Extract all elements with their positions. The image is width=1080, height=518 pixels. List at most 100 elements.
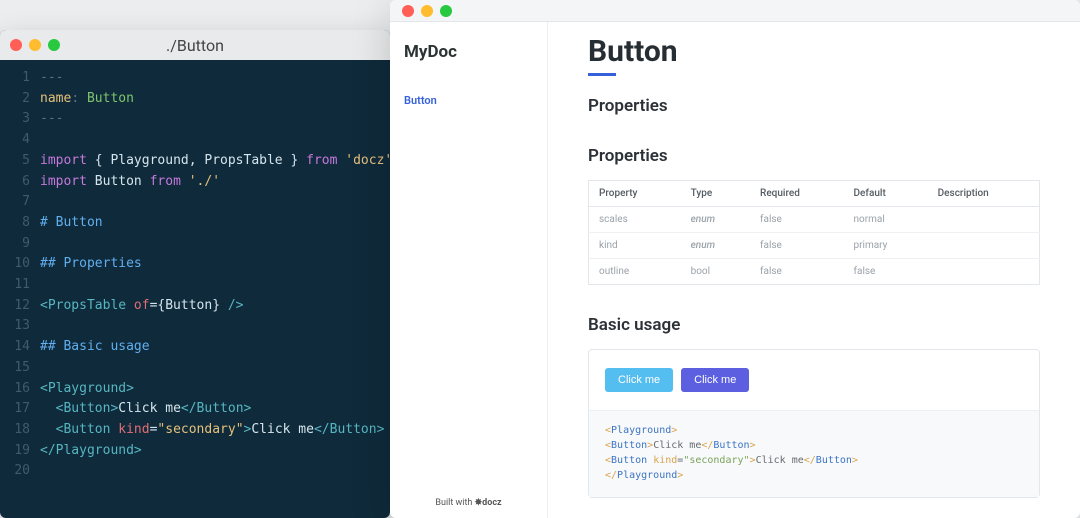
minimize-icon[interactable]: [421, 5, 433, 17]
props-table: PropertyTypeRequiredDefaultDescription s…: [588, 180, 1040, 285]
table-row: kindenumfalseprimary: [589, 233, 1040, 259]
line-number: 11: [0, 275, 30, 296]
playground-preview: Click me Click me: [589, 350, 1039, 410]
code-line[interactable]: [40, 234, 390, 255]
table-cell: kind: [589, 233, 681, 259]
line-number: 19: [0, 441, 30, 462]
code-line[interactable]: [40, 130, 390, 151]
code-line: </Playground>: [605, 468, 1023, 483]
code-line: <Button>Click me</Button>: [605, 438, 1023, 453]
code-line[interactable]: ---: [40, 68, 390, 89]
line-number: 12: [0, 296, 30, 317]
table-cell: outline: [589, 259, 681, 285]
line-number: 7: [0, 192, 30, 213]
line-number-gutter: 1234567891011121314151617181920: [0, 68, 40, 518]
table-cell: false: [750, 259, 844, 285]
line-number: 9: [0, 234, 30, 255]
code-line[interactable]: import { Playground, PropsTable } from '…: [40, 151, 390, 172]
line-number: 4: [0, 130, 30, 151]
line-number: 6: [0, 172, 30, 193]
code-line[interactable]: </Playground>: [40, 441, 390, 462]
sidebar-item-button[interactable]: Button: [390, 92, 547, 109]
code-line: <Button kind="secondary">Click me</Butto…: [605, 453, 1023, 468]
line-number: 5: [0, 151, 30, 172]
browser-traffic-lights: [402, 5, 452, 17]
code-line[interactable]: <Button>Click me</Button>: [40, 399, 390, 420]
table-cell: bool: [681, 259, 750, 285]
code-line[interactable]: <Button kind="secondary">Click me</Butto…: [40, 420, 390, 441]
props-table-body: scalesenumfalsenormalkindenumfalseprimar…: [589, 207, 1040, 285]
table-cell: enum: [681, 233, 750, 259]
table-cell: false: [750, 233, 844, 259]
section-properties: Properties: [588, 146, 1040, 166]
table-row: outlineboolfalsefalse: [589, 259, 1040, 285]
built-with-prefix: Built with: [435, 498, 474, 508]
code-line[interactable]: [40, 461, 390, 482]
code-line[interactable]: [40, 358, 390, 379]
props-table-head: PropertyTypeRequiredDefaultDescription: [589, 181, 1040, 207]
line-number: 8: [0, 213, 30, 234]
sidebar: MyDoc Button Built with ✸docz: [390, 22, 548, 518]
demo-button-primary[interactable]: Click me: [605, 368, 673, 392]
code-line[interactable]: [40, 192, 390, 213]
line-number: 2: [0, 89, 30, 110]
table-row: scalesenumfalsenormal: [589, 207, 1040, 233]
built-with-name: ✸docz: [475, 498, 502, 508]
code-line[interactable]: # Button: [40, 213, 390, 234]
code-line[interactable]: <Playground>: [40, 379, 390, 400]
built-with: Built with ✸docz: [390, 490, 547, 518]
props-header: Required: [750, 181, 844, 207]
title-underline: [588, 73, 616, 76]
props-header: Type: [681, 181, 750, 207]
demo-button-secondary[interactable]: Click me: [681, 368, 749, 392]
close-icon[interactable]: [402, 5, 414, 17]
line-number: 16: [0, 379, 30, 400]
line-number: 1: [0, 68, 30, 89]
code-line[interactable]: <PropsTable of={Button} />: [40, 296, 390, 317]
table-cell: scales: [589, 207, 681, 233]
page-title: Button: [588, 34, 1040, 69]
code-line[interactable]: [40, 316, 390, 337]
section-properties-top: Properties: [588, 96, 1040, 116]
section-basic-usage: Basic usage: [588, 315, 1040, 335]
table-cell: [928, 207, 1040, 233]
code-line: <Playground>: [605, 423, 1023, 438]
props-header: Description: [928, 181, 1040, 207]
table-cell: [928, 259, 1040, 285]
line-number: 10: [0, 254, 30, 275]
table-cell: normal: [844, 207, 928, 233]
sidebar-nav: Button: [390, 92, 547, 109]
table-cell: primary: [844, 233, 928, 259]
line-number: 18: [0, 420, 30, 441]
editor-titlebar: ./Button: [0, 30, 390, 60]
zoom-icon[interactable]: [440, 5, 452, 17]
table-cell: [928, 233, 1040, 259]
browser-window: MyDoc Button Built with ✸docz Button Pro…: [390, 0, 1080, 518]
line-number: 13: [0, 316, 30, 337]
code-line[interactable]: ## Properties: [40, 254, 390, 275]
editor-body: 1234567891011121314151617181920 ---name:…: [0, 60, 390, 518]
browser-body: MyDoc Button Built with ✸docz Button Pro…: [390, 22, 1080, 518]
browser-titlebar: [390, 0, 1080, 22]
code-area[interactable]: ---name: Button--- import { Playground, …: [40, 68, 390, 518]
props-header: Property: [589, 181, 681, 207]
table-cell: false: [750, 207, 844, 233]
table-cell: enum: [681, 207, 750, 233]
line-number: 15: [0, 358, 30, 379]
editor-title: ./Button: [0, 36, 390, 55]
line-number: 3: [0, 109, 30, 130]
playground: Click me Click me <Playground> <Button>Cl…: [588, 349, 1040, 498]
table-cell: false: [844, 259, 928, 285]
playground-code[interactable]: <Playground> <Button>Click me</Button> <…: [589, 410, 1039, 497]
code-line[interactable]: [40, 275, 390, 296]
line-number: 20: [0, 461, 30, 482]
line-number: 17: [0, 399, 30, 420]
props-header: Default: [844, 181, 928, 207]
code-line[interactable]: ---: [40, 109, 390, 130]
content: Button Properties Properties PropertyTyp…: [548, 22, 1080, 518]
code-line[interactable]: name: Button: [40, 89, 390, 110]
line-number: 14: [0, 337, 30, 358]
code-line[interactable]: import Button from './': [40, 172, 390, 193]
editor-window: ./Button 1234567891011121314151617181920…: [0, 30, 390, 518]
code-line[interactable]: ## Basic usage: [40, 337, 390, 358]
